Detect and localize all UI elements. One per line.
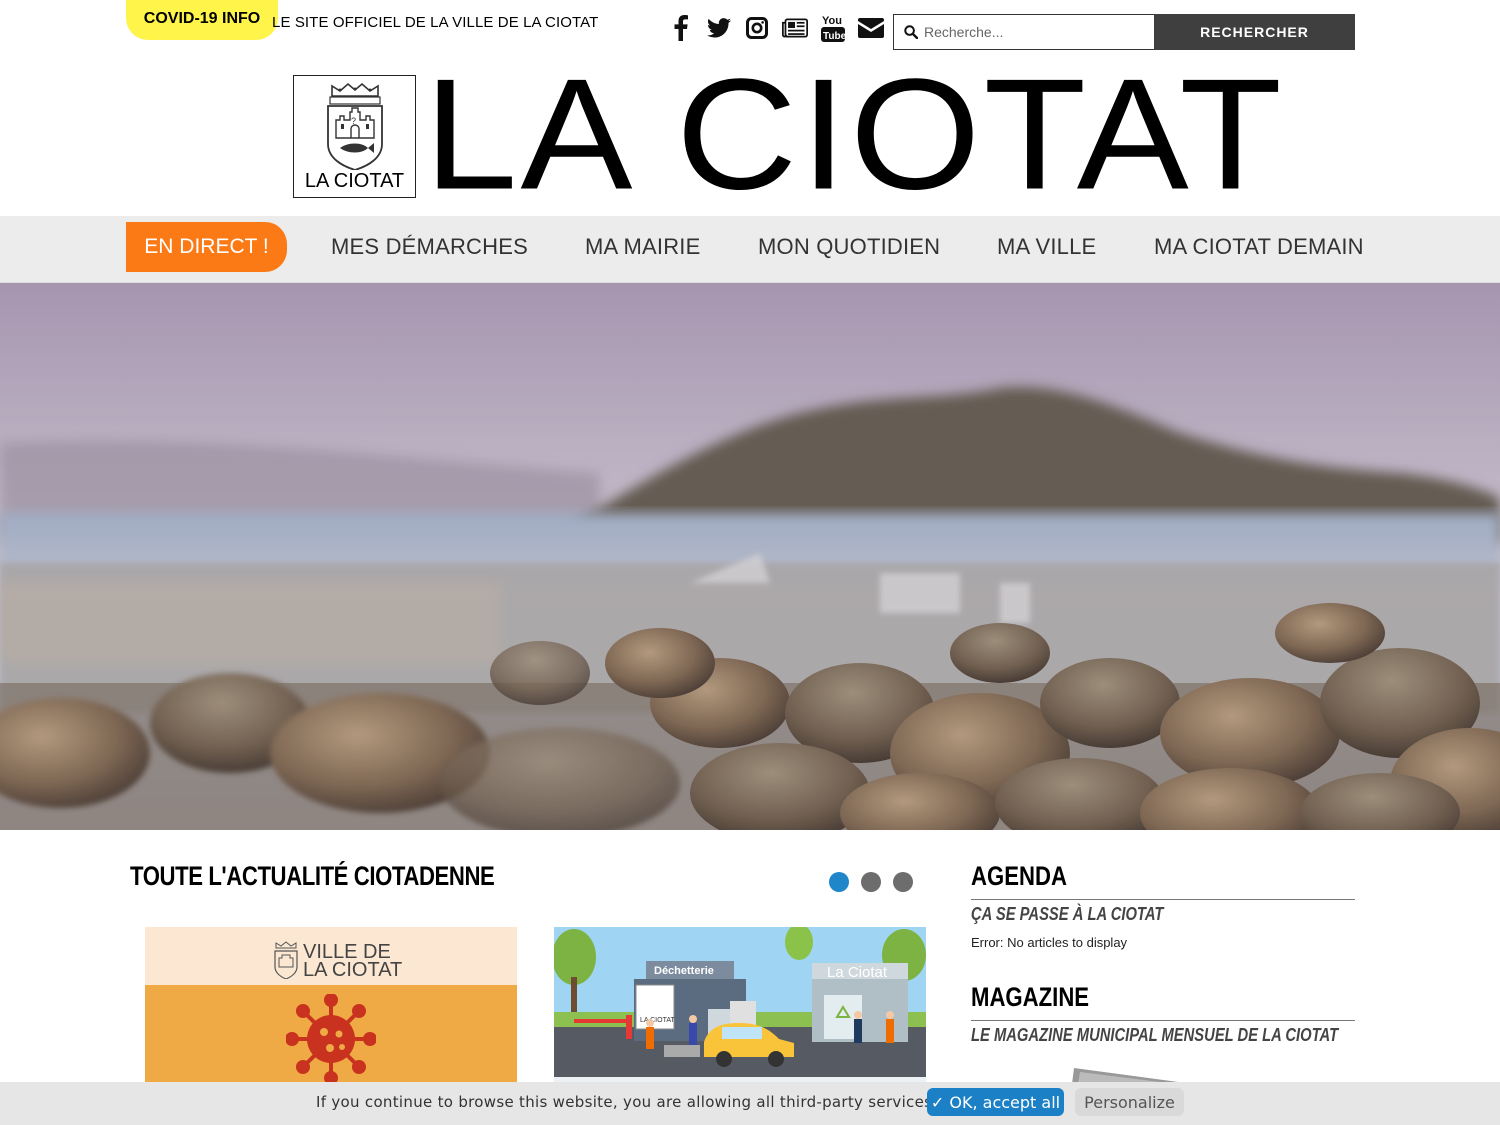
news-card-covid[interactable]: VILLE DE LA CIOTAT (145, 927, 517, 1087)
accept-all-button[interactable]: ✓ OK, accept all (927, 1088, 1064, 1116)
search-button[interactable]: RECHERCHER (1154, 14, 1355, 50)
personalize-button[interactable]: Personalize (1075, 1088, 1184, 1116)
social-links: You Tube (668, 14, 884, 42)
nav-item-ma-ville[interactable]: MA VILLE (997, 234, 1096, 260)
search-input[interactable] (924, 24, 1144, 40)
agenda-subtitle[interactable]: ÇA SE PASSE À LA CIOTAT (971, 904, 1163, 925)
carousel-dot-1[interactable] (829, 872, 849, 892)
virus-icon (286, 994, 376, 1084)
magazine-divider (971, 1020, 1355, 1021)
instagram-icon[interactable] (744, 14, 770, 42)
facebook-icon[interactable] (668, 14, 694, 42)
search-box (893, 14, 1155, 50)
city-crest-icon (274, 941, 298, 979)
twitter-icon[interactable] (706, 14, 732, 42)
card-ville-label: VILLE DE LA CIOTAT (303, 942, 403, 981)
youtube-icon[interactable]: You Tube (820, 14, 846, 42)
hero-landscape-image (0, 283, 1500, 830)
search-icon (904, 25, 918, 39)
dechetterie-sign: Déchetterie (654, 965, 714, 977)
carousel-dots (829, 872, 913, 892)
carousel-dot-3[interactable] (893, 872, 913, 892)
main-nav: EN DIRECT ! MES DÉMARCHES MA MAIRIE MON … (0, 216, 1500, 283)
logo-label: LA CIOTAT (304, 170, 405, 192)
newspaper-icon[interactable] (782, 14, 808, 42)
mail-icon[interactable] (858, 14, 884, 42)
svg-text:Tube: Tube (823, 31, 845, 42)
city-logo[interactable]: ? LA CIOTAT (293, 75, 416, 198)
nav-item-ma-ciotat-demain[interactable]: MA CIOTAT DEMAIN (1154, 234, 1364, 260)
agenda-divider (971, 899, 1355, 900)
agenda-title: AGENDA (971, 861, 1067, 891)
magazine-title: MAGAZINE (971, 982, 1090, 1012)
svg-text:You: You (822, 15, 842, 27)
svg-text:?: ? (351, 116, 356, 126)
news-card-dechetterie[interactable]: Déchetterie La Ciotat LA CIOTAT (554, 927, 926, 1087)
city-crest-icon: ? (327, 82, 383, 170)
la-ciotat-sign: La Ciotat (827, 964, 888, 981)
van-label: LA CIOTAT (640, 1017, 675, 1024)
live-button[interactable]: EN DIRECT ! (126, 222, 287, 272)
site-title: LA CIOTAT (424, 45, 1285, 223)
nav-item-ma-mairie[interactable]: MA MAIRIE (585, 234, 701, 260)
card-ville-line2: LA CIOTAT (303, 959, 403, 981)
hero-banner (0, 283, 1500, 830)
carousel-dot-2[interactable] (861, 872, 881, 892)
cookie-text: If you continue to browse this website, … (316, 1093, 933, 1111)
site-tagline: LE SITE OFFICIEL DE LA VILLE DE LA CIOTA… (272, 14, 599, 31)
dechetterie-illustration: Déchetterie La Ciotat LA CIOTAT (554, 927, 926, 1087)
nav-item-mes-demarches[interactable]: MES DÉMARCHES (331, 234, 528, 260)
agenda-error: Error: No articles to display (971, 935, 1128, 950)
cookie-banner: If you continue to browse this website, … (0, 1082, 1500, 1125)
covid-info-tab[interactable]: COVID-19 INFO (126, 0, 278, 40)
magazine-subtitle[interactable]: LE MAGAZINE MUNICIPAL MENSUEL DE LA CIOT… (971, 1025, 1338, 1046)
news-section-title: TOUTE L'ACTUALITÉ CIOTADENNE (130, 861, 495, 891)
nav-item-mon-quotidien[interactable]: MON QUOTIDIEN (758, 234, 940, 260)
